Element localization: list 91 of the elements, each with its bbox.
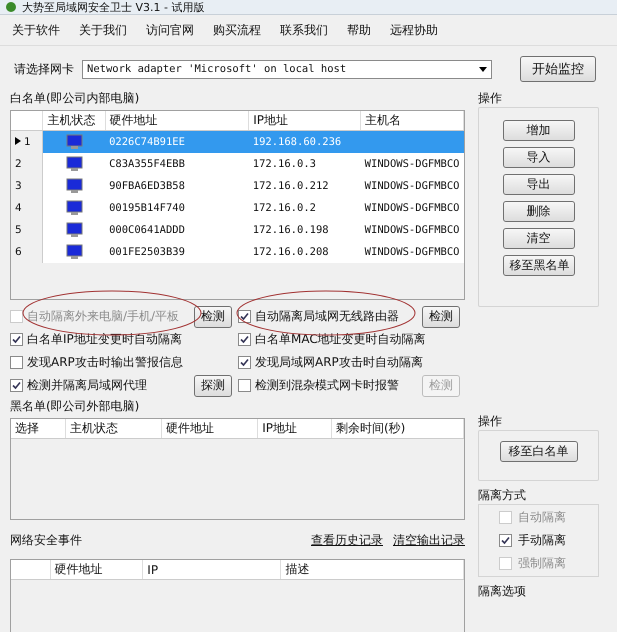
- row-number: 1: [11, 130, 43, 153]
- option-label: 检测到混杂模式网卡时报警: [255, 377, 399, 394]
- detect-button[interactable]: 探测: [194, 374, 232, 396]
- table-cell: WINDOWS-DGFMBCO: [360, 153, 464, 175]
- detect-button[interactable]: 检测: [422, 306, 460, 328]
- table-cell: 172.16.0.198: [248, 219, 361, 241]
- checkbox[interactable]: [238, 379, 251, 392]
- action-button[interactable]: 导出: [502, 174, 574, 195]
- section-title: 黑名单(即公司外部电脑): [10, 399, 140, 413]
- row-number: 3: [11, 175, 43, 197]
- menu-item[interactable]: 关于我们: [71, 22, 138, 38]
- menu-item[interactable]: 帮助: [339, 22, 382, 38]
- row-number: 6: [11, 241, 43, 263]
- option-label: 手动隔离: [518, 532, 566, 549]
- menu-item[interactable]: 联系我们: [272, 22, 339, 38]
- dropdown-arrow-icon: [479, 66, 487, 72]
- section-title: 操作: [478, 91, 502, 105]
- table-cell: 172.16.0.2: [248, 197, 361, 219]
- monitor-icon: [66, 134, 83, 150]
- column-header: IP: [142, 560, 281, 580]
- column-header: 选择: [11, 419, 66, 438]
- section-title: 隔离方式: [478, 488, 526, 502]
- monitor-icon: [66, 156, 83, 172]
- table-cell: 000C0641ADDD: [105, 219, 249, 241]
- app-icon: [6, 2, 16, 12]
- column-header: 主机状态: [66, 419, 162, 438]
- checkbox[interactable]: [238, 356, 251, 369]
- checkbox[interactable]: [10, 379, 23, 392]
- column-header: 硬件地址: [162, 419, 258, 438]
- monitor-icon: [66, 222, 83, 238]
- table-row[interactable]: 2 C83A355F4EBB 172.16.0.3 WINDOWS-DGFMBCO: [11, 153, 464, 175]
- row-number: 2: [11, 153, 43, 175]
- table-row[interactable]: 6 001FE2503B39 172.16.0.208 WINDOWS-DGFMBCO: [11, 241, 464, 263]
- column-header: IP地址: [258, 419, 332, 438]
- table-cell: 172.16.0.212: [248, 175, 361, 197]
- action-button[interactable]: 删除: [502, 201, 574, 222]
- menu-item[interactable]: 购买流程: [205, 22, 272, 38]
- table-row[interactable]: 3 90FBA6ED3B58 172.16.0.212 WINDOWS-DGFMBCO: [11, 175, 464, 197]
- section-title: 隔离选项: [478, 584, 526, 598]
- monitor-icon: [66, 244, 83, 260]
- checkbox[interactable]: [499, 534, 512, 547]
- table-row[interactable]: 4 00195B14F740 172.16.0.2 WINDOWS-DGFMBCO: [11, 197, 464, 219]
- action-button[interactable]: 清空: [502, 228, 574, 249]
- monitor-icon: [66, 200, 83, 216]
- table-cell: WINDOWS-DGFMBCO: [360, 241, 464, 263]
- option-label: 强制隔离: [518, 555, 566, 572]
- option-label: 自动隔离外来电脑/手机/平板: [27, 308, 180, 325]
- table-cell: 90FBA6ED3B58: [105, 175, 249, 197]
- column-header: 剩余时间(秒): [331, 419, 464, 438]
- checkbox[interactable]: [238, 310, 251, 323]
- link[interactable]: 查看历史记录: [311, 532, 383, 549]
- checkbox[interactable]: [10, 333, 23, 346]
- monitor-icon: [66, 178, 83, 194]
- table-cell: 192.168.60.236: [248, 130, 361, 153]
- column-header: 描述: [280, 560, 464, 580]
- adapter-dropdown[interactable]: Network adapter 'Microsoft' on local host: [82, 60, 492, 78]
- action-button[interactable]: 移至黑名单: [502, 255, 574, 276]
- row-number: 4: [11, 197, 43, 219]
- menu-item[interactable]: 访问官网: [138, 22, 205, 38]
- table-cell: WINDOWS-DGFMBCO: [360, 197, 464, 219]
- column-header: 硬件地址: [50, 560, 143, 580]
- table-cell: WINDOWS-DGFMBCO: [360, 219, 464, 241]
- table-cell: 00195B14F740: [105, 197, 249, 219]
- section-title: 白名单(即公司内部电脑): [10, 91, 140, 105]
- option-label: 自动隔离: [518, 509, 566, 526]
- option-label: 检测并隔离局域网代理: [27, 377, 147, 394]
- adapter-label: 请选择网卡: [14, 60, 74, 78]
- action-button[interactable]: 移至白名单: [500, 441, 578, 462]
- window-title: 大势至局域网安全卫士 V3.1 - 试用版: [22, 0, 204, 14]
- menu-item[interactable]: 远程协助: [382, 22, 449, 38]
- section-title: 网络安全事件: [10, 532, 82, 549]
- action-button[interactable]: 增加: [502, 120, 574, 141]
- table-cell: 172.16.0.3: [248, 153, 361, 175]
- checkbox[interactable]: [10, 356, 23, 369]
- option-label: 发现ARP攻击时输出警报信息: [27, 354, 183, 371]
- table-cell: 172.16.0.208: [248, 241, 361, 263]
- option-label: 发现局域网ARP攻击时自动隔离: [255, 354, 423, 371]
- row-number: 5: [11, 219, 43, 241]
- checkbox[interactable]: [238, 333, 251, 346]
- option-label: 自动隔离局域网无线路由器: [255, 308, 399, 325]
- table-row[interactable]: 1 0226C74B91EE 192.168.60.236: [11, 130, 464, 153]
- menu-item[interactable]: 关于软件: [4, 22, 71, 38]
- table-cell: 0226C74B91EE: [105, 130, 249, 153]
- table-cell: WINDOWS-DGFMBCO: [360, 175, 464, 197]
- section-title: 操作: [478, 414, 502, 428]
- table-cell: 001FE2503B39: [105, 241, 249, 263]
- table-row[interactable]: 5 000C0641ADDD 172.16.0.198 WINDOWS-DGFMBCO: [11, 219, 464, 241]
- table-cell: C83A355F4EBB: [105, 153, 249, 175]
- start-monitor-button[interactable]: 开始监控: [520, 56, 596, 82]
- action-button[interactable]: 导入: [502, 147, 574, 168]
- link[interactable]: 清空输出记录: [393, 532, 465, 549]
